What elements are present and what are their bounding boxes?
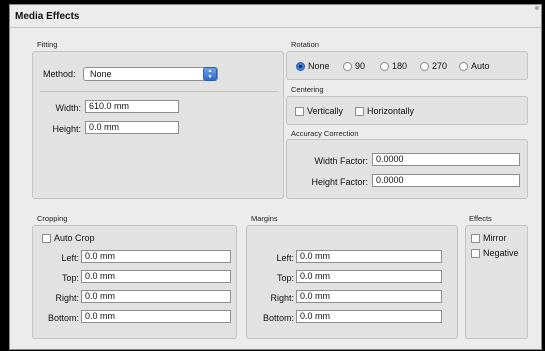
crop-bottom-label: Bottom: [47, 313, 79, 323]
accuracy-section-label: Accuracy Correction [291, 129, 359, 138]
accuracy-group: Width Factor: 0.0000 Height Factor: 0.00… [286, 139, 528, 199]
close-icon[interactable] [535, 6, 539, 10]
rotation-section-label: Rotation [291, 40, 319, 49]
auto-crop-checkbox[interactable] [42, 234, 51, 243]
crop-left-label: Left: [61, 253, 79, 263]
margin-bottom-field[interactable]: 0.0 mm [296, 310, 442, 323]
margin-right-label: Right: [270, 293, 294, 303]
centering-group: Vertically Horizontally [286, 96, 528, 125]
effects-group: Mirror Negative [465, 225, 528, 339]
rotation-none-label: None [308, 61, 330, 71]
height-field[interactable]: 0.0 mm [85, 121, 179, 134]
rotation-90-radio[interactable] [343, 62, 352, 71]
rotation-270-label: 270 [432, 61, 448, 71]
window-title-bar: Media Effects [10, 5, 541, 28]
window-title: Media Effects [15, 11, 80, 22]
rotation-270-radio[interactable] [420, 62, 429, 71]
fitting-section-label: Fitting [37, 40, 58, 49]
rotation-90-label: 90 [355, 61, 366, 71]
horizontally-label: Horizontally [367, 106, 415, 116]
margin-bottom-label: Bottom: [262, 313, 294, 323]
crop-left-field[interactable]: 0.0 mm [81, 250, 231, 263]
method-select[interactable]: None ▲ ▼ [83, 67, 218, 81]
rotation-group: None 90 180 270 Auto [286, 51, 528, 80]
mirror-checkbox[interactable] [471, 234, 480, 243]
rotation-none-radio[interactable] [296, 62, 305, 71]
margin-top-field[interactable]: 0.0 mm [296, 270, 442, 283]
method-select-value: None [90, 69, 112, 79]
margin-top-label: Top: [276, 273, 294, 283]
crop-bottom-field[interactable]: 0.0 mm [81, 310, 231, 323]
width-field[interactable]: 610.0 mm [85, 100, 179, 113]
negative-checkbox[interactable] [471, 249, 480, 258]
margin-left-label: Left: [276, 253, 294, 263]
auto-crop-label: Auto Crop [54, 233, 95, 243]
width-factor-label: Width Factor: [314, 156, 368, 166]
rotation-auto-label: Auto [471, 61, 490, 71]
width-label: Width: [55, 103, 81, 113]
height-label: Height: [52, 124, 81, 134]
negative-label: Negative [483, 248, 519, 258]
fitting-divider [40, 91, 278, 92]
crop-right-label: Right: [55, 293, 79, 303]
cropping-section-label: Cropping [37, 214, 68, 223]
mirror-label: Mirror [483, 233, 507, 243]
rotation-180-radio[interactable] [380, 62, 389, 71]
margin-right-field[interactable]: 0.0 mm [296, 290, 442, 303]
effects-section-label: Effects [469, 214, 492, 223]
crop-right-field[interactable]: 0.0 mm [81, 290, 231, 303]
centering-section-label: Centering [291, 85, 324, 94]
select-arrows-icon[interactable]: ▲ ▼ [203, 67, 217, 81]
width-factor-field[interactable]: 0.0000 [372, 153, 520, 166]
crop-top-label: Top: [61, 273, 79, 283]
rotation-auto-radio[interactable] [459, 62, 468, 71]
margins-section-label: Margins [251, 214, 278, 223]
height-factor-label: Height Factor: [311, 177, 368, 187]
rotation-180-label: 180 [392, 61, 408, 71]
height-factor-field[interactable]: 0.0000 [372, 174, 520, 187]
margins-group: Left: 0.0 mm Top: 0.0 mm Right: 0.0 mm B… [246, 225, 458, 339]
cropping-group: Auto Crop Left: 0.0 mm Top: 0.0 mm Right… [32, 225, 237, 339]
vertically-checkbox[interactable] [295, 107, 304, 116]
method-label: Method: [43, 69, 76, 79]
horizontally-checkbox[interactable] [355, 107, 364, 116]
media-effects-window: Media Effects Fitting Method: None ▲ ▼ Wi… [9, 4, 542, 350]
fitting-group: Method: None ▲ ▼ Width: 610.0 mm Height: … [32, 51, 284, 199]
vertically-label: Vertically [307, 106, 344, 116]
margin-left-field[interactable]: 0.0 mm [296, 250, 442, 263]
crop-top-field[interactable]: 0.0 mm [81, 270, 231, 283]
